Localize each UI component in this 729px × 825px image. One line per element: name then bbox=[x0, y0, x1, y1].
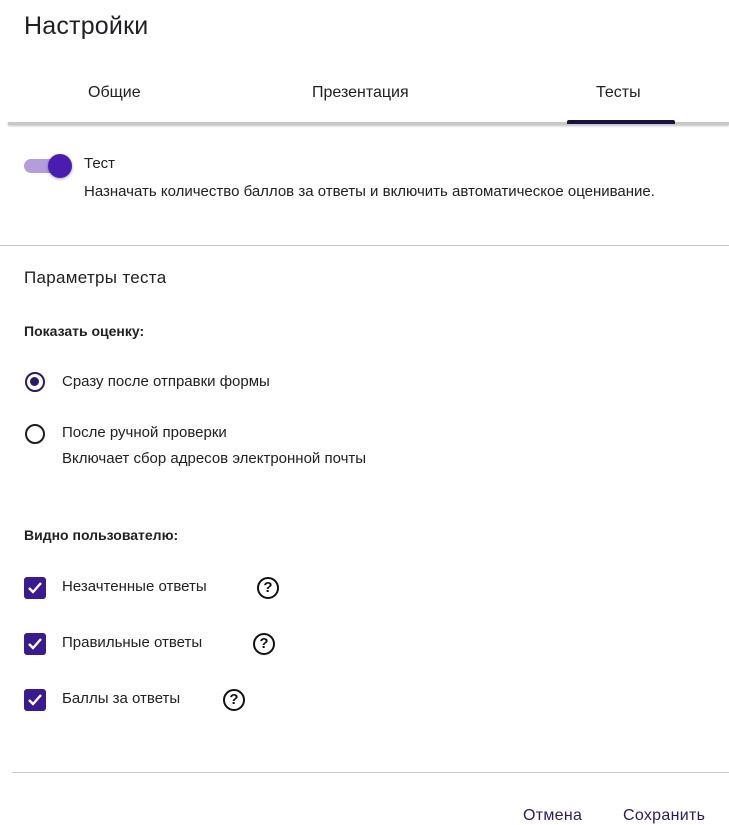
radio-manual-review[interactable] bbox=[25, 424, 45, 444]
quiz-toggle[interactable] bbox=[22, 154, 72, 178]
tab-presentation[interactable]: Презентация bbox=[312, 84, 409, 102]
toggle-thumb bbox=[48, 154, 72, 178]
checkbox-correct-answers[interactable] bbox=[24, 633, 46, 655]
quiz-options-title: Параметры теста bbox=[24, 268, 167, 287]
section-divider bbox=[0, 245, 729, 246]
check-icon bbox=[28, 638, 42, 650]
check-icon bbox=[28, 694, 42, 706]
checkbox-point-values[interactable] bbox=[24, 689, 46, 711]
visible-to-user-heading: Видно пользователю: bbox=[24, 527, 179, 543]
cancel-button[interactable]: Отмена bbox=[523, 807, 582, 825]
help-icon[interactable]: ? bbox=[257, 577, 279, 599]
quiz-toggle-label: Тест bbox=[84, 155, 116, 172]
radio-immediately-label[interactable]: Сразу после отправки формы bbox=[62, 373, 270, 390]
check-icon bbox=[28, 582, 42, 594]
save-button[interactable]: Сохранить bbox=[623, 807, 705, 825]
checkbox-missed-answers-label[interactable]: Незачтенные ответы bbox=[62, 578, 207, 595]
radio-manual-review-sublabel: Включает сбор адресов электронной почты bbox=[62, 450, 367, 467]
checkbox-correct-answers-label[interactable]: Правильные ответы bbox=[62, 634, 202, 651]
active-tab-indicator bbox=[567, 120, 675, 124]
checkbox-missed-answers[interactable] bbox=[24, 577, 46, 599]
radio-manual-review-label[interactable]: После ручной проверки bbox=[62, 424, 227, 441]
tab-general[interactable]: Общие bbox=[88, 84, 141, 102]
help-icon[interactable]: ? bbox=[253, 633, 275, 655]
radio-immediately[interactable] bbox=[25, 372, 45, 392]
footer-divider bbox=[12, 772, 729, 773]
tab-quizzes[interactable]: Тесты bbox=[596, 84, 641, 102]
quiz-toggle-description: Назначать количество баллов за ответы и … bbox=[84, 183, 655, 200]
dialog-title: Настройки bbox=[24, 12, 149, 40]
checkbox-point-values-label[interactable]: Баллы за ответы bbox=[62, 690, 180, 707]
help-icon[interactable]: ? bbox=[223, 689, 245, 711]
show-grade-heading: Показать оценку: bbox=[24, 323, 145, 339]
